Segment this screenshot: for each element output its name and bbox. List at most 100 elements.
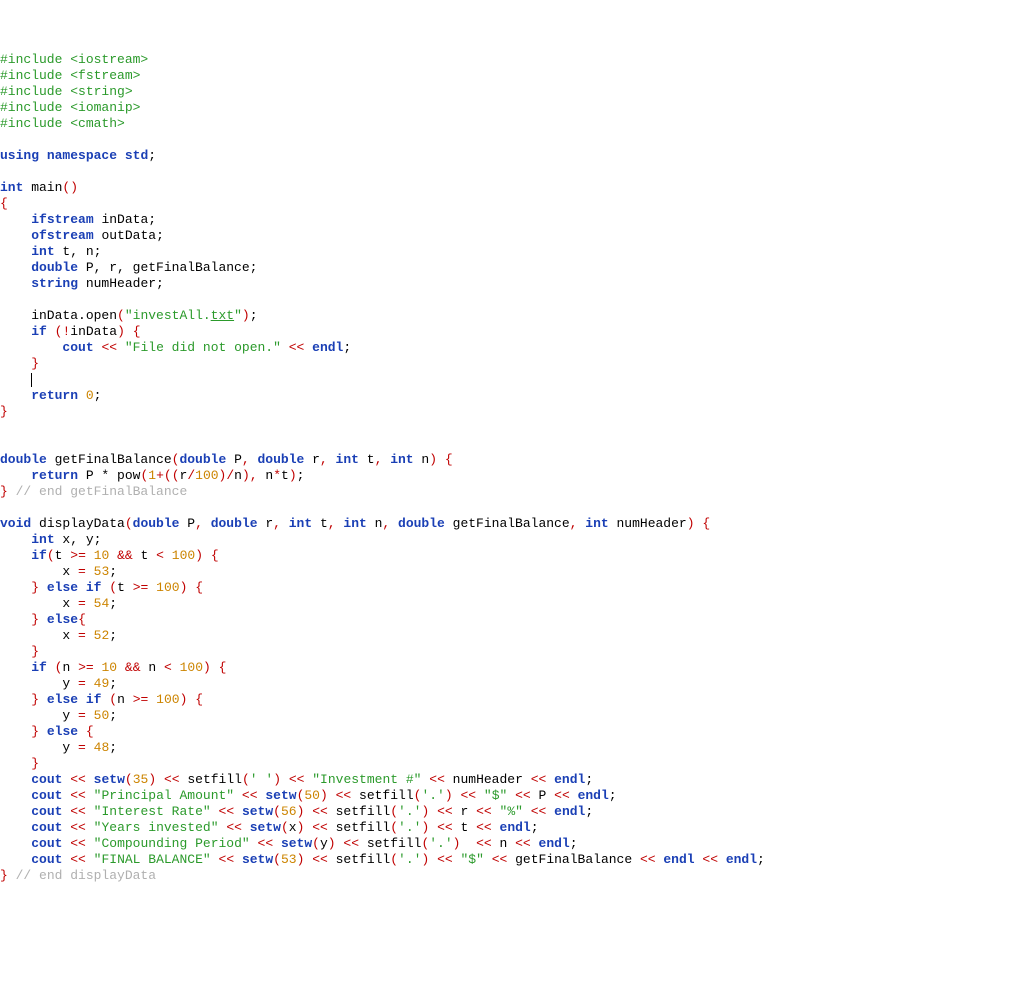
num: 53 [281, 852, 297, 867]
num: 50 [94, 708, 110, 723]
param: P [179, 516, 195, 531]
fn: setfill [351, 788, 413, 803]
op-ll: << [289, 340, 305, 355]
num: 1 [148, 468, 156, 483]
num: 48 [94, 740, 110, 755]
kw-else: else [47, 724, 78, 739]
str: "File did not open." [125, 340, 281, 355]
num: 56 [281, 804, 297, 819]
str: "Compounding Period" [94, 836, 250, 851]
num: 100 [195, 468, 218, 483]
rbrace: } [0, 404, 8, 419]
char: '.' [398, 820, 421, 835]
op-ge: >= [70, 548, 86, 563]
lparen: ( [47, 548, 55, 563]
rbrace: } [31, 692, 39, 707]
op-ll: << [476, 820, 492, 835]
lparen: ( [390, 852, 398, 867]
text: inData.open [0, 308, 117, 323]
param: getFinalBalance [445, 516, 570, 531]
num: 54 [94, 596, 110, 611]
param: t [359, 452, 375, 467]
kw-if: if [31, 548, 47, 563]
rparen: ) [687, 516, 695, 531]
str: "Years invested" [94, 820, 219, 835]
kw-setw: setw [250, 820, 281, 835]
var: t [453, 820, 476, 835]
rparen: ) [320, 788, 328, 803]
kw-return: return [31, 468, 78, 483]
kw-if: if [31, 660, 47, 675]
semi: ; [757, 852, 765, 867]
kw-double: double [211, 516, 258, 531]
str: "Investment #" [312, 772, 421, 787]
rparen: ) [180, 580, 188, 595]
rparen: ) [328, 836, 336, 851]
fn: setfill [328, 852, 390, 867]
op-ll: << [640, 852, 656, 867]
var: y [62, 708, 78, 723]
lparen: ( [125, 516, 133, 531]
var: t [117, 580, 125, 595]
rparen: ) [421, 804, 429, 819]
lbrace: { [219, 660, 227, 675]
comma: , [250, 468, 258, 483]
kw-endl: endl [726, 852, 757, 867]
num: 50 [304, 788, 320, 803]
kw-double: double [179, 452, 226, 467]
var: n [234, 468, 242, 483]
op-ll: << [531, 772, 547, 787]
op-ge: >= [78, 660, 94, 675]
lparen: ( [273, 852, 281, 867]
preproc-line: #include <cmath> [0, 116, 125, 131]
var: r [453, 804, 476, 819]
var: n [148, 660, 156, 675]
kw-endl: endl [578, 788, 609, 803]
semi: ; [609, 788, 617, 803]
op-ll: << [515, 788, 531, 803]
rparen: ) [289, 468, 297, 483]
char: ' ' [250, 772, 273, 787]
param: numHeader [609, 516, 687, 531]
kw-ofstream: ofstream [31, 228, 93, 243]
semi: ; [94, 532, 102, 547]
kw-cout: cout [31, 852, 62, 867]
op-ll: << [437, 820, 453, 835]
comma: , [375, 452, 383, 467]
lparen: ( [242, 772, 250, 787]
op-and: && [125, 660, 141, 675]
lparen: ( [117, 308, 125, 323]
lparen: ( [273, 804, 281, 819]
op-ll: << [226, 820, 242, 835]
kw-endl: endl [554, 772, 585, 787]
rparen: ) [421, 852, 429, 867]
op-ll: << [554, 788, 570, 803]
rparen: ) [273, 772, 281, 787]
lparen: ( [164, 468, 172, 483]
param: n [414, 452, 430, 467]
op-ll: << [437, 804, 453, 819]
kw-int: int [289, 516, 312, 531]
preproc-line: #include <fstream> [0, 68, 140, 83]
semi: ; [297, 468, 305, 483]
kw-using: using [0, 148, 39, 163]
op-ll: << [429, 772, 445, 787]
rbrace: } [31, 580, 39, 595]
semi: ; [94, 388, 102, 403]
kw-cout: cout [31, 804, 62, 819]
rparen: ) [148, 772, 156, 787]
str: "%" [500, 804, 523, 819]
var: n [117, 692, 125, 707]
var: y [320, 836, 328, 851]
lbrace: { [133, 324, 141, 339]
comma: , [273, 516, 281, 531]
fn: setfill [180, 772, 242, 787]
op-ll: << [702, 852, 718, 867]
var: x [289, 820, 297, 835]
fn-name: getFinalBalance [47, 452, 172, 467]
preproc-line: #include <iomanip> [0, 100, 140, 115]
param: P [226, 452, 242, 467]
comma: , [382, 516, 390, 531]
std-name: std [125, 148, 148, 163]
op-ll: << [460, 788, 476, 803]
